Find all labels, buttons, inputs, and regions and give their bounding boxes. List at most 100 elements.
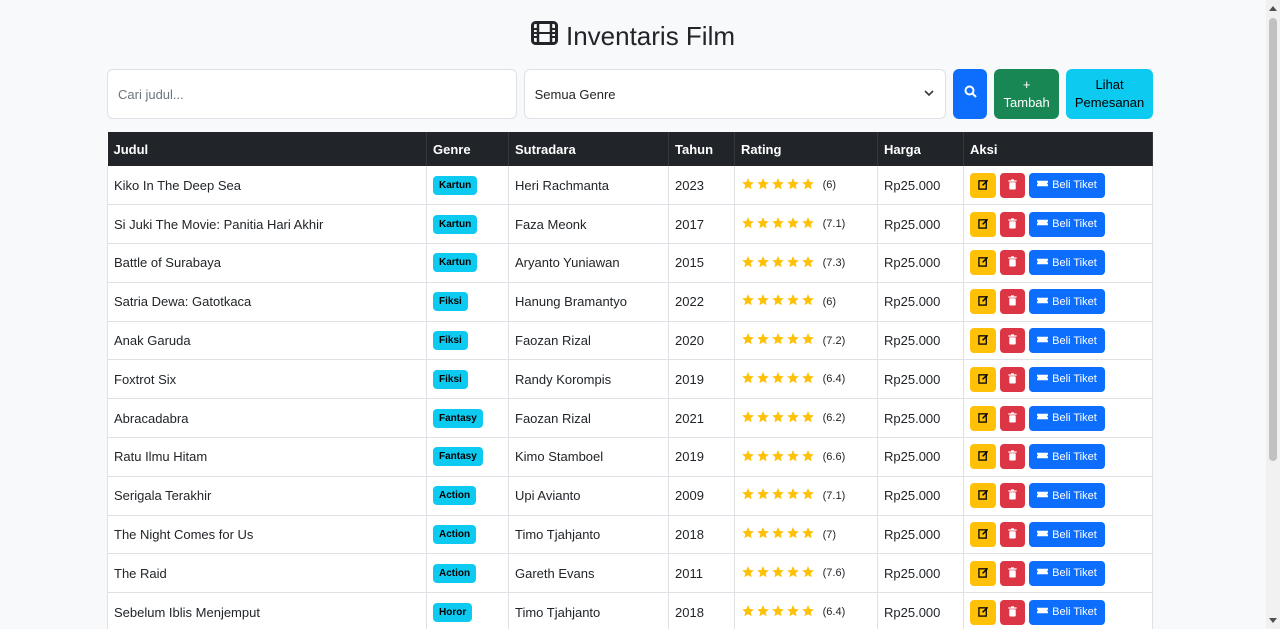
edit-button[interactable]	[970, 560, 996, 586]
genre-badge: Fiksi	[433, 369, 468, 389]
edit-button[interactable]	[970, 599, 996, 625]
star-icon	[741, 410, 755, 427]
edit-button[interactable]	[970, 483, 996, 509]
cell-price: Rp25.000	[877, 476, 964, 516]
cell-title: Anak Garuda	[107, 321, 427, 361]
cell-year: 2022	[668, 282, 735, 322]
buy-ticket-button[interactable]: Beli Tiket	[1029, 211, 1105, 237]
buy-ticket-button[interactable]: Beli Tiket	[1029, 366, 1105, 392]
delete-button[interactable]	[1000, 444, 1025, 470]
star-icon	[741, 332, 755, 349]
cell-director: Kimo Stamboel	[508, 437, 669, 477]
buy-ticket-button[interactable]: Beli Tiket	[1029, 560, 1105, 586]
star-icon	[756, 255, 770, 272]
edit-button[interactable]	[970, 172, 996, 198]
ticket-icon	[1037, 566, 1049, 580]
edit-button[interactable]	[970, 405, 996, 431]
rating-score: (7.1)	[822, 218, 846, 231]
ticket-icon	[1037, 334, 1049, 348]
star-icon	[756, 371, 770, 388]
col-header-actions: Aksi	[963, 132, 1153, 166]
search-button[interactable]	[953, 69, 988, 119]
buy-ticket-button[interactable]: Beli Tiket	[1029, 522, 1105, 548]
edit-button[interactable]	[970, 522, 996, 548]
cell-title: Foxtrot Six	[107, 359, 427, 400]
cell-year: 2021	[668, 398, 735, 439]
cell-genre: Action	[426, 515, 509, 555]
delete-button[interactable]	[1000, 328, 1025, 354]
buy-ticket-button[interactable]: Beli Tiket	[1029, 289, 1105, 315]
view-orders-button[interactable]: Lihat Pemesanan	[1066, 69, 1154, 119]
cell-director: Heri Rachmanta	[508, 166, 669, 206]
ticket-icon	[1037, 256, 1049, 270]
col-header-title: Judul	[107, 132, 427, 166]
ticket-icon	[1037, 489, 1049, 503]
buy-ticket-button[interactable]: Beli Tiket	[1029, 405, 1105, 431]
ticket-icon	[1037, 411, 1049, 425]
genre-badge: Action	[433, 486, 477, 506]
star-icon	[786, 449, 800, 466]
cell-genre: Kartun	[426, 166, 509, 206]
cell-genre: Fantasy	[426, 398, 509, 439]
delete-button[interactable]	[1000, 172, 1025, 198]
row-actions: Beli Tiket	[970, 405, 1146, 431]
edit-button[interactable]	[970, 211, 996, 237]
star-icon	[741, 371, 755, 388]
delete-button[interactable]	[1000, 483, 1025, 509]
scrollbar-thumb[interactable]	[1269, 18, 1277, 461]
cell-rating: (7.6)	[734, 553, 878, 594]
rating-score: (7.1)	[822, 489, 846, 502]
cell-genre: Action	[426, 553, 509, 594]
cell-price: Rp25.000	[877, 437, 964, 477]
add-button[interactable]: + Tambah	[994, 69, 1060, 119]
cell-actions: Beli Tiket	[963, 592, 1153, 629]
delete-button[interactable]	[1000, 250, 1025, 276]
star-icon	[771, 487, 785, 504]
buy-ticket-label: Beli Tiket	[1052, 567, 1097, 580]
buy-ticket-button[interactable]: Beli Tiket	[1029, 483, 1105, 509]
cell-title: Battle of Surabaya	[107, 243, 427, 283]
cell-title: Satria Dewa: Gatotkaca	[107, 282, 427, 322]
search-input[interactable]	[107, 69, 517, 119]
star-icon	[801, 371, 815, 388]
delete-button[interactable]	[1000, 522, 1025, 548]
cell-genre: Fantasy	[426, 437, 509, 477]
cell-rating: (7)	[734, 515, 878, 555]
edit-button[interactable]	[970, 289, 996, 315]
cell-rating: (6.6)	[734, 437, 878, 477]
cell-price: Rp25.000	[877, 243, 964, 283]
genre-select[interactable]: Semua Genre	[523, 69, 947, 119]
scroll-down-arrow-icon[interactable]	[1269, 618, 1277, 623]
cell-rating: (6.4)	[734, 359, 878, 400]
edit-button[interactable]	[970, 366, 996, 392]
trash-icon	[1007, 527, 1018, 542]
delete-button[interactable]	[1000, 211, 1025, 237]
scroll-up-arrow-icon[interactable]	[1269, 6, 1277, 11]
delete-button[interactable]	[1000, 405, 1025, 431]
buy-ticket-button[interactable]: Beli Tiket	[1029, 444, 1105, 470]
edit-button[interactable]	[970, 444, 996, 470]
rating-score: (7.2)	[822, 334, 846, 347]
buy-ticket-button[interactable]: Beli Tiket	[1029, 328, 1105, 354]
delete-button[interactable]	[1000, 289, 1025, 315]
buy-ticket-button[interactable]: Beli Tiket	[1029, 250, 1105, 276]
buy-ticket-button[interactable]: Beli Tiket	[1029, 172, 1105, 198]
star-icon	[741, 449, 755, 466]
edit-icon	[977, 566, 989, 581]
delete-button[interactable]	[1000, 599, 1025, 625]
star-icon	[801, 255, 815, 272]
star-icon	[756, 177, 770, 194]
edit-button[interactable]	[970, 250, 996, 276]
star-icon	[741, 177, 755, 194]
buy-ticket-button[interactable]: Beli Tiket	[1029, 599, 1105, 625]
edit-icon	[977, 333, 989, 348]
edit-icon	[977, 411, 989, 426]
buy-ticket-label: Beli Tiket	[1052, 412, 1097, 425]
edit-button[interactable]	[970, 328, 996, 354]
star-icon	[771, 565, 785, 582]
delete-button[interactable]	[1000, 366, 1025, 392]
delete-button[interactable]	[1000, 560, 1025, 586]
genre-badge: Kartun	[433, 214, 478, 234]
table-header-row: Judul Genre Sutradara Tahun Rating Harga…	[107, 132, 1153, 166]
scrollbar[interactable]	[1266, 0, 1280, 629]
